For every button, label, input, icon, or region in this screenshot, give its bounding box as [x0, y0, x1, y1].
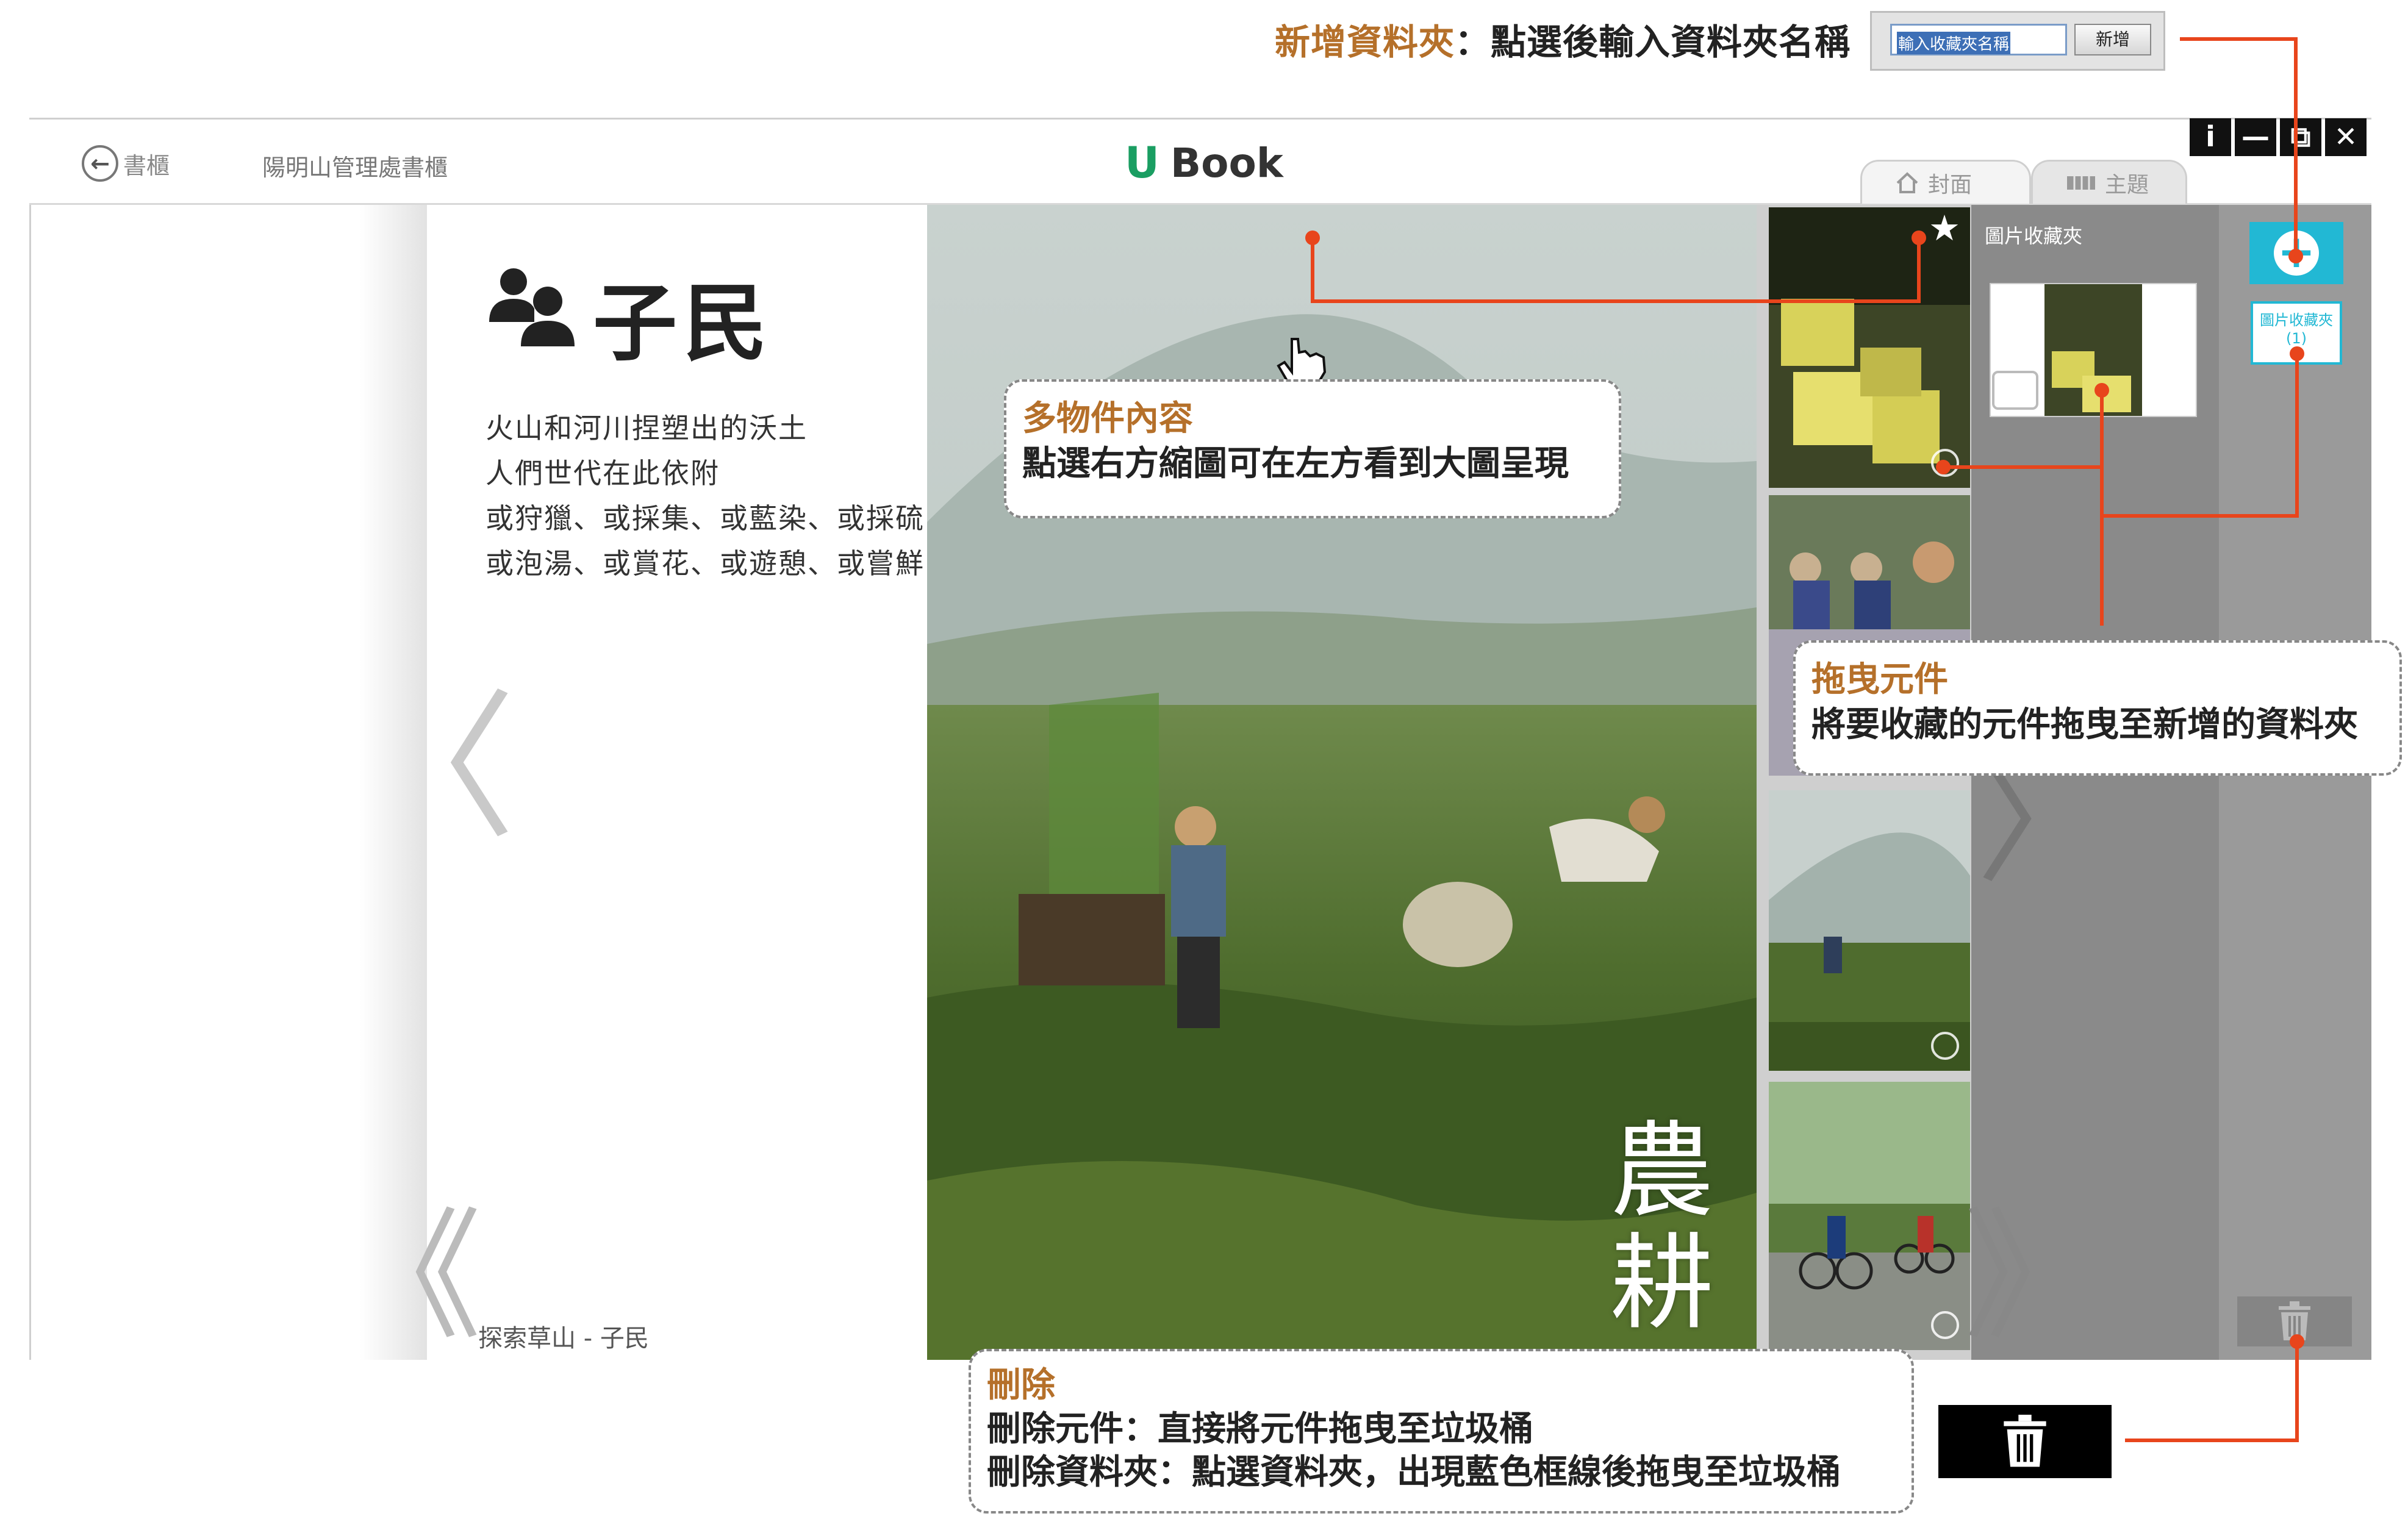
page-footer: 探索草山 - 子民	[478, 1324, 649, 1353]
trash-enlarged	[1938, 1405, 2112, 1478]
drag-desc: 將要收藏的元件拖曳至新增的資料夾	[1811, 704, 2358, 745]
new-folder-annotation-desc: ：點選後輸入資料夾名稱	[1455, 21, 1851, 63]
page-title: 子民	[593, 274, 774, 373]
image-folder-label: 圖片收藏夾	[2260, 312, 2333, 329]
new-folder-annotation: 新增資料夾：點選後輸入資料夾名稱	[1275, 13, 1851, 65]
back-to-bookshelf-button[interactable]: ← 書櫃	[82, 144, 170, 183]
delete-callout: 刪除 刪除元件：直接將元件拖曳至垃圾桶 刪除資料夾：點選資料夾，出現藍色框線後拖…	[969, 1349, 1914, 1514]
info-button[interactable]: i	[2190, 118, 2231, 156]
zoom-icon[interactable]	[1931, 1032, 1959, 1060]
back-arrow-icon: ←	[82, 145, 118, 182]
cycling-photo-image	[1769, 1082, 1970, 1350]
grid-icon	[2067, 176, 2095, 190]
add-folder-button[interactable]: +	[2249, 222, 2343, 284]
trash-icon	[2004, 1415, 2046, 1467]
close-button[interactable]: ✕	[2325, 118, 2367, 156]
poem-line: 人們世代在此依附	[486, 457, 720, 490]
multi-content-desc: 點選右方縮圖可在左方看到大圖呈現	[1022, 443, 1569, 484]
delete-line-2: 刪除資料夾：點選資料夾，出現藍色框線後拖曳至垃圾桶	[987, 1453, 1841, 1493]
users-icon	[489, 268, 575, 346]
trash-icon	[2279, 1301, 2310, 1340]
trash-button[interactable]	[2237, 1296, 2352, 1346]
tab-theme-label: 主題	[2105, 172, 2149, 198]
tab-cover[interactable]: 封面	[1860, 160, 2031, 204]
breadcrumb[interactable]: 陽明山管理處書櫃	[262, 149, 448, 182]
tool-column	[2219, 205, 2371, 1360]
thumbnail-1[interactable]	[1769, 207, 1970, 488]
logo-text: Book	[1170, 139, 1283, 187]
poem-line: 或狩獵、或採集、或藍染、或採硫	[486, 502, 925, 535]
new-folder-annotation-title: 新增資料夾	[1275, 21, 1455, 63]
thumbnail-3[interactable]	[1769, 790, 1970, 1071]
new-folder-form: 輸入收藏夾名稱 新增	[1870, 11, 2165, 71]
image-folder-button[interactable]: 圖片收藏夾 (1)	[2251, 301, 2342, 365]
home-icon	[1896, 171, 1918, 193]
folder-name-value: 輸入收藏夾名稱	[1897, 32, 2011, 54]
delete-title: 刪除	[987, 1365, 1055, 1405]
folder-panel-title: 圖片收藏夾	[1985, 224, 2083, 248]
folder-name-input[interactable]: 輸入收藏夾名稱	[1890, 24, 2067, 55]
window-controls: i — ⧉ ✕	[2190, 118, 2367, 160]
last-page-icon[interactable]: 》	[1964, 1207, 2104, 1348]
zoom-icon[interactable]	[1931, 449, 1959, 477]
photo-caption: 農耕	[1610, 1111, 1715, 1344]
restore-button[interactable]: ⧉	[2280, 118, 2321, 156]
poem-line: 或泡湯、或賞花、或遊憩、或嘗鮮	[486, 547, 925, 580]
sulfur-photo-image	[1769, 207, 1970, 488]
plus-icon: +	[2274, 229, 2319, 276]
drag-title: 拖曳元件	[1811, 660, 1948, 699]
first-page-icon[interactable]: 《	[342, 1207, 482, 1348]
back-label: 書櫃	[123, 152, 170, 179]
new-folder-confirm-button[interactable]: 新增	[2074, 24, 2151, 55]
image-folder-count: (1)	[2286, 330, 2307, 347]
multi-content-callout: 多物件內容 點選右方縮圖可在左方看到大圖呈現	[1004, 379, 1621, 518]
tab-theme[interactable]: 主題	[2031, 160, 2187, 204]
prev-page-icon[interactable]: 〈	[357, 689, 516, 848]
scan-icon[interactable]	[1992, 371, 2038, 410]
logo-u-icon: U	[1125, 138, 1159, 188]
field-photo-image	[1769, 790, 1970, 1071]
tab-cover-label: 封面	[1928, 172, 1973, 198]
minimize-button[interactable]: —	[2235, 118, 2276, 156]
poem-line: 火山和河川捏塑出的沃土	[486, 412, 808, 445]
app-logo: U Book	[1125, 138, 1283, 188]
delete-line-1: 刪除元件：直接將元件拖曳至垃圾桶	[987, 1409, 1533, 1449]
thumbnail-4[interactable]	[1769, 1082, 1970, 1350]
zoom-icon[interactable]	[1931, 1311, 1959, 1339]
star-icon[interactable]: ★	[1929, 207, 1960, 249]
multi-content-title: 多物件內容	[1022, 399, 1193, 438]
drag-callout: 拖曳元件 將要收藏的元件拖曳至新增的資料夾	[1793, 640, 2402, 776]
next-page-icon[interactable]: 〉	[1976, 756, 2110, 890]
